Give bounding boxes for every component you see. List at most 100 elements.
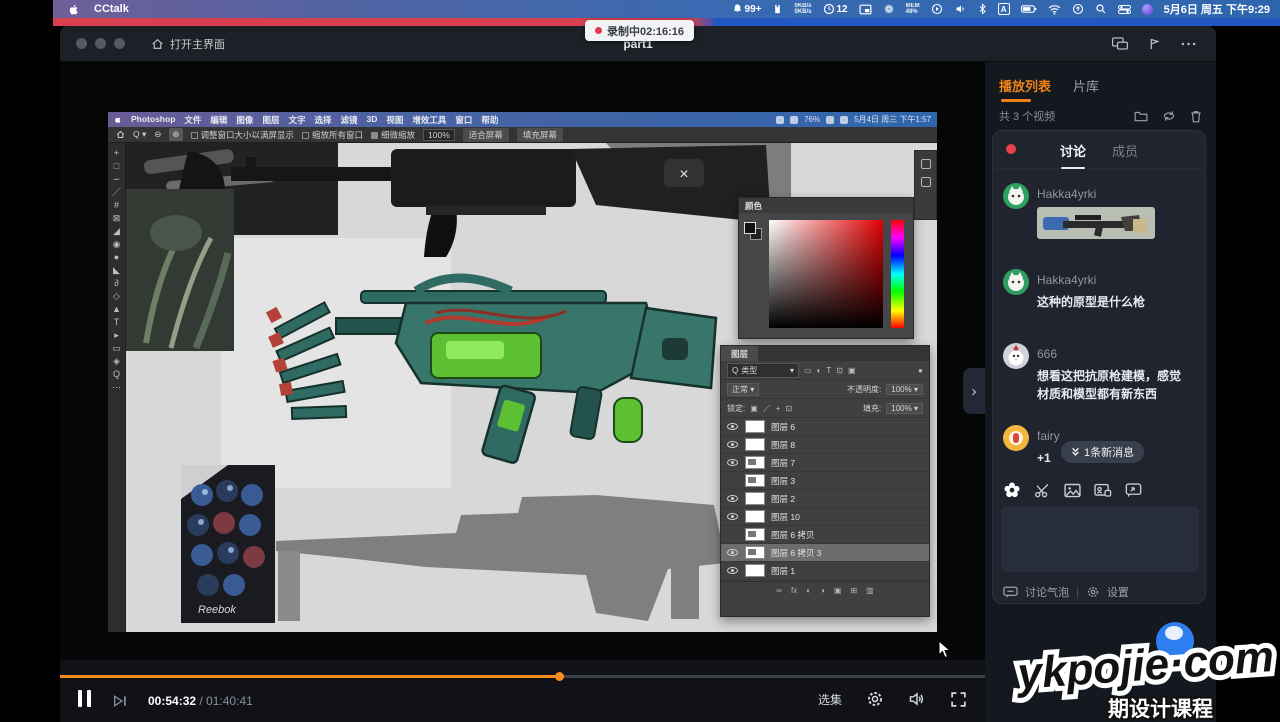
ps-menu-item[interactable]: 图像 [236, 114, 253, 126]
layers-panel-title[interactable]: 图层 [721, 346, 758, 361]
control-center-icon[interactable] [1118, 4, 1131, 15]
filter-adjust-icon[interactable]: ◐ [817, 366, 822, 375]
loop-mode-icon[interactable] [1162, 110, 1176, 123]
ps-menu-item[interactable]: 选择 [314, 114, 331, 126]
ps-menu-item[interactable]: 滤镜 [340, 114, 357, 126]
apple-logo-icon[interactable] [68, 3, 80, 16]
ps-menu-item[interactable]: 文件 [184, 114, 201, 126]
eyedropper-tool-icon[interactable]: ◢ [113, 227, 120, 236]
trash-icon[interactable] [1190, 110, 1202, 123]
filter-smart-icon[interactable]: ▣ [848, 366, 856, 375]
ps-menu-item[interactable]: 增效工具 [412, 114, 446, 126]
bubble-toggle-icon[interactable] [1003, 586, 1018, 599]
zoom-out-icon[interactable]: ⊖ [154, 129, 161, 140]
avatar[interactable] [1003, 183, 1029, 209]
layer-row[interactable]: 图层 8 [721, 436, 929, 454]
avatar[interactable] [1003, 425, 1029, 451]
filter-pixel-icon[interactable]: ▭ [804, 366, 812, 375]
history-brush-tool-icon[interactable]: ∂ [114, 279, 118, 288]
menubar-datetime[interactable]: 5月6日 周五 下午9:29 [1164, 1, 1270, 17]
ps-menu-item[interactable]: 窗口 [455, 114, 472, 126]
ps-menu-item[interactable]: 图层 [262, 114, 279, 126]
chat-input-box[interactable] [1001, 506, 1199, 572]
screenshot-scissors-icon[interactable] [1034, 483, 1051, 498]
window-controls[interactable] [60, 38, 125, 49]
layer-visibility-eye-icon[interactable] [727, 567, 738, 574]
healing-tool-icon[interactable]: ◉ [113, 240, 121, 249]
layer-row[interactable]: 图层 3 [721, 472, 929, 490]
ps-toolbox[interactable]: +□∽／#⊠◢◉●◣∂◇▲T▸▭◈Q⋯ [108, 143, 126, 632]
lock-transparency-icon[interactable]: ▣ [750, 404, 758, 413]
filter-type-icon[interactable]: T [826, 366, 831, 375]
layer-visibility-eye-icon[interactable] [727, 441, 738, 448]
layer-row[interactable]: 图层 1 [721, 562, 929, 580]
volume-icon[interactable] [954, 3, 967, 15]
layer-visibility-eye-icon[interactable] [727, 423, 738, 430]
move-tool-icon[interactable]: + [114, 149, 119, 158]
discussion-settings-icon[interactable] [1086, 585, 1100, 599]
menubar-app-name[interactable]: CCtalk [94, 3, 129, 15]
avatar[interactable] [1003, 343, 1029, 369]
quick-select-tool-icon[interactable]: ／ [112, 188, 121, 197]
filter-toggle-icon[interactable]: ● [918, 366, 923, 375]
layers-list[interactable]: 图层 6图层 8图层 7图层 3图层 2图层 10图层 6 拷贝图层 6 拷贝 … [721, 418, 929, 581]
lock-position-icon[interactable]: + [776, 404, 781, 413]
layer-filter-search[interactable]: Q类型▾ [727, 363, 799, 378]
opacity-value[interactable]: 100% ▾ [886, 384, 923, 395]
open-main-ui-button[interactable]: 打开主界面 [151, 36, 225, 52]
lock-all-icon[interactable]: ⊡ [785, 404, 792, 413]
tab-discussion[interactable]: 讨论 [1060, 141, 1086, 160]
chat-username[interactable]: Hakka4yrki [1037, 187, 1096, 201]
battery-icon[interactable] [1021, 4, 1037, 14]
zoom-tool-icon[interactable]: Q [113, 370, 120, 379]
layer-row[interactable]: 图层 6 拷贝 3 [721, 544, 929, 562]
adjustment-layer-icon[interactable]: ◑ [820, 586, 825, 595]
fill-value[interactable]: 100% ▾ [886, 403, 923, 414]
chat-username[interactable]: 666 [1037, 347, 1057, 361]
memory-indicator[interactable]: MEM 48% [906, 3, 920, 15]
fill-screen-button[interactable]: 填充屏幕 [517, 128, 563, 142]
zoom-all-checkbox[interactable]: 缩放所有窗口 [302, 129, 363, 141]
progress-knob[interactable] [555, 672, 564, 681]
layer-row[interactable]: 图层 6 [721, 418, 929, 436]
bubble-toggle-label[interactable]: 讨论气泡 [1025, 584, 1069, 600]
fit-screen-button[interactable]: 适合屏幕 [463, 128, 509, 142]
layer-row[interactable]: 图层 6 拷贝 [721, 526, 929, 544]
ps-menu-item[interactable]: 视图 [386, 114, 403, 126]
zoom-in-icon[interactable]: ⊕ [169, 128, 182, 141]
layer-row[interactable]: 图层 7 [721, 454, 929, 472]
pin-icon[interactable] [1148, 37, 1161, 51]
brush-tool-icon[interactable]: ● [114, 253, 119, 262]
ps-collapsed-panels[interactable] [914, 150, 937, 220]
folder-icon[interactable] [1134, 110, 1148, 123]
scrubby-zoom-checkbox[interactable]: 细微缩放 [371, 129, 415, 141]
minimize-window-button[interactable] [95, 38, 106, 49]
image-upload-icon[interactable] [1064, 483, 1081, 498]
new-messages-pill[interactable]: 1条新消息 [1061, 441, 1144, 463]
layer-visibility-eye-icon[interactable] [727, 459, 738, 466]
shape-tool-icon[interactable]: ▭ [112, 344, 121, 353]
tab-playlist[interactable]: 播放列表 [999, 76, 1051, 102]
pip-icon[interactable] [1112, 37, 1128, 50]
color-panel-title[interactable]: 颜色 [745, 200, 762, 212]
ps-home-icon[interactable] [116, 130, 125, 139]
sticker-icon[interactable] [1094, 483, 1112, 498]
input-method-icon[interactable]: A [998, 3, 1010, 15]
gradient-tool-icon[interactable]: ▲ [112, 305, 121, 314]
layer-visibility-eye-icon[interactable] [727, 549, 738, 556]
close-window-button[interactable] [76, 38, 87, 49]
progress-bar[interactable] [60, 675, 985, 678]
ps-menu-item[interactable]: 编辑 [210, 114, 227, 126]
crop-tool-icon[interactable]: # [114, 201, 119, 210]
frame-tool-icon[interactable]: ⊠ [113, 214, 121, 223]
layer-row[interactable]: 图层 10 [721, 508, 929, 526]
zoom-tool-icon[interactable]: Q ▾ [133, 129, 146, 140]
ps-menu-item[interactable]: 3D [367, 114, 378, 126]
chat-username[interactable]: fairy [1037, 429, 1060, 443]
ps-menu-item[interactable]: 文字 [288, 114, 305, 126]
layer-mask-icon[interactable]: ◐ [806, 586, 811, 595]
link-layers-icon[interactable]: ∞ [776, 586, 782, 595]
play-circle-icon[interactable] [931, 3, 943, 15]
eraser-tool-icon[interactable]: ◇ [113, 292, 120, 301]
path-select-tool-icon[interactable]: ▸ [114, 331, 119, 340]
